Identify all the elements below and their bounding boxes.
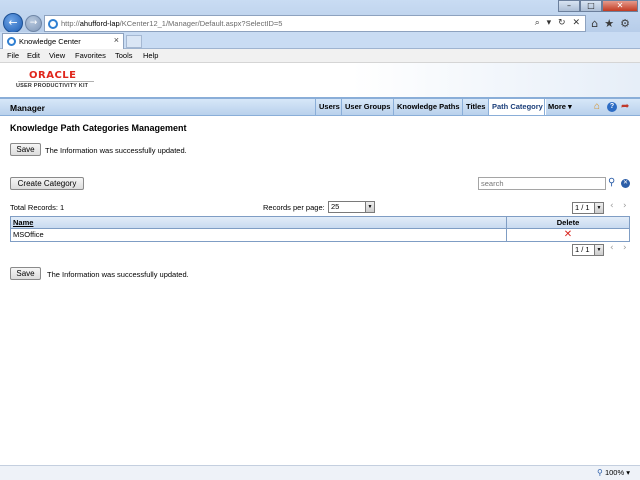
menu-view[interactable]: View bbox=[49, 51, 65, 60]
page-banner: ORACLE USER PRODUCTIVITY KIT bbox=[0, 63, 640, 97]
search-icon[interactable]: ⚲ bbox=[608, 177, 615, 188]
column-header-delete: Delete bbox=[556, 218, 580, 227]
delete-icon[interactable]: ✕ bbox=[564, 229, 572, 240]
search-input[interactable] bbox=[479, 178, 605, 189]
nav-users[interactable]: Users bbox=[315, 99, 343, 115]
menu-file[interactable]: File bbox=[7, 51, 19, 60]
back-button[interactable]: ← bbox=[3, 13, 23, 33]
records-per-page-value: 25 bbox=[331, 202, 340, 211]
tab-label: Knowledge Center bbox=[19, 37, 81, 46]
url-host: ahufford-lap bbox=[79, 19, 120, 28]
ie-page-icon bbox=[48, 19, 58, 29]
column-header-name[interactable]: Name bbox=[11, 217, 507, 228]
manager-navbar: Manager Users User Groups Knowledge Path… bbox=[0, 97, 640, 116]
zoom-control[interactable]: ⚲ 100% ▾ bbox=[597, 468, 630, 477]
browser-tab[interactable]: Knowledge Center × bbox=[2, 33, 124, 49]
zoom-icon: ⚲ bbox=[597, 468, 603, 477]
table-header: Name Delete bbox=[11, 217, 629, 229]
page-select-value: 1 / 1 bbox=[575, 203, 590, 212]
category-name-cell[interactable]: MSOffice bbox=[11, 229, 507, 241]
records-per-page-label: Records per page: bbox=[263, 203, 325, 212]
window-controls: – □ ✕ bbox=[558, 0, 638, 12]
save-button-bottom[interactable]: Save bbox=[10, 267, 41, 280]
logout-icon[interactable]: ➦ bbox=[621, 101, 631, 112]
next-page-icon[interactable]: › bbox=[623, 201, 627, 211]
forward-button[interactable]: → bbox=[25, 15, 42, 32]
menu-tools[interactable]: Tools bbox=[115, 51, 133, 60]
menu-help[interactable]: Help bbox=[143, 51, 158, 60]
browser-titlebar: – □ ✕ ← → http://ahufford-lap/KCenter12_… bbox=[0, 0, 640, 33]
clear-search-icon[interactable]: ✕ bbox=[621, 179, 630, 188]
success-message-bottom: The Information was successfully updated… bbox=[47, 270, 189, 279]
nav-knowledge-paths[interactable]: Knowledge Paths bbox=[393, 99, 463, 115]
home-browser-icon[interactable]: ⌂ bbox=[591, 17, 604, 30]
delete-cell: ✕ bbox=[507, 229, 629, 241]
page-select-value: 1 / 1 bbox=[575, 245, 590, 254]
zoom-level: 100% bbox=[604, 468, 625, 477]
success-message-top: The Information was successfully updated… bbox=[45, 146, 187, 155]
page-select-bottom[interactable]: 1 / 1 ▼ bbox=[572, 244, 604, 256]
tab-close-icon[interactable]: × bbox=[114, 35, 119, 45]
nav-path-category[interactable]: Path Category bbox=[488, 99, 546, 115]
maximize-button[interactable]: □ bbox=[580, 0, 602, 12]
page-select-top[interactable]: 1 / 1 ▼ bbox=[572, 202, 604, 214]
menu-favorites[interactable]: Favorites bbox=[75, 51, 106, 60]
categories-table: Name Delete MSOffice ✕ bbox=[10, 216, 630, 242]
section-title: Manager bbox=[10, 103, 45, 113]
chevron-down-icon: ▼ bbox=[365, 202, 374, 212]
search-field[interactable] bbox=[478, 177, 606, 190]
menu-bar: File Edit View Favorites Tools Help bbox=[0, 49, 640, 63]
page-title: Knowledge Path Categories Management bbox=[10, 123, 187, 133]
create-category-button[interactable]: Create Category bbox=[10, 177, 84, 190]
home-icon[interactable]: ⌂ bbox=[594, 102, 604, 112]
prev-page-icon[interactable]: ‹ bbox=[610, 201, 614, 211]
address-url[interactable]: http://ahufford-lap/KCenter12_1/Manager/… bbox=[61, 19, 282, 28]
minimize-button[interactable]: – bbox=[558, 0, 580, 12]
logo-divider bbox=[18, 81, 94, 82]
close-window-button[interactable]: ✕ bbox=[602, 0, 638, 12]
oracle-logo: ORACLE bbox=[29, 70, 77, 81]
records-per-page-select[interactable]: 25 ▼ bbox=[328, 201, 375, 213]
chevron-down-icon: ▼ bbox=[594, 203, 603, 213]
browser-toolbar-icons[interactable]: ⌂★⚙ bbox=[591, 17, 636, 30]
total-records: Total Records: 1 bbox=[10, 203, 65, 212]
nav-more-dropdown[interactable]: More ▾ bbox=[544, 99, 575, 115]
address-tools[interactable]: ⌕ ▾ ↻ ✕ bbox=[535, 18, 582, 28]
url-path: /KCenter12_1/Manager/Default.aspx?Select… bbox=[119, 19, 283, 28]
save-button-top[interactable]: Save bbox=[10, 143, 41, 156]
url-prefix: http:// bbox=[61, 19, 80, 28]
help-icon[interactable]: ? bbox=[607, 102, 617, 112]
chevron-down-icon: ▼ bbox=[594, 245, 603, 255]
nav-user-groups[interactable]: User Groups bbox=[341, 99, 393, 115]
table-row: MSOffice ✕ bbox=[11, 229, 629, 241]
favorites-star-icon[interactable]: ★ bbox=[604, 17, 620, 30]
menu-edit[interactable]: Edit bbox=[27, 51, 40, 60]
tab-favicon-icon bbox=[7, 37, 16, 46]
next-page-icon[interactable]: › bbox=[623, 243, 627, 253]
settings-gear-icon[interactable]: ⚙ bbox=[620, 17, 636, 30]
status-bar: ⚲ 100% ▾ bbox=[0, 465, 640, 480]
nav-titles[interactable]: Titles bbox=[462, 99, 488, 115]
prev-page-icon[interactable]: ‹ bbox=[610, 243, 614, 253]
tab-strip: Knowledge Center × bbox=[0, 32, 640, 49]
new-tab-button[interactable] bbox=[126, 35, 142, 48]
address-bar[interactable]: http://ahufford-lap/KCenter12_1/Manager/… bbox=[44, 15, 586, 32]
product-name: USER PRODUCTIVITY KIT bbox=[16, 83, 89, 89]
